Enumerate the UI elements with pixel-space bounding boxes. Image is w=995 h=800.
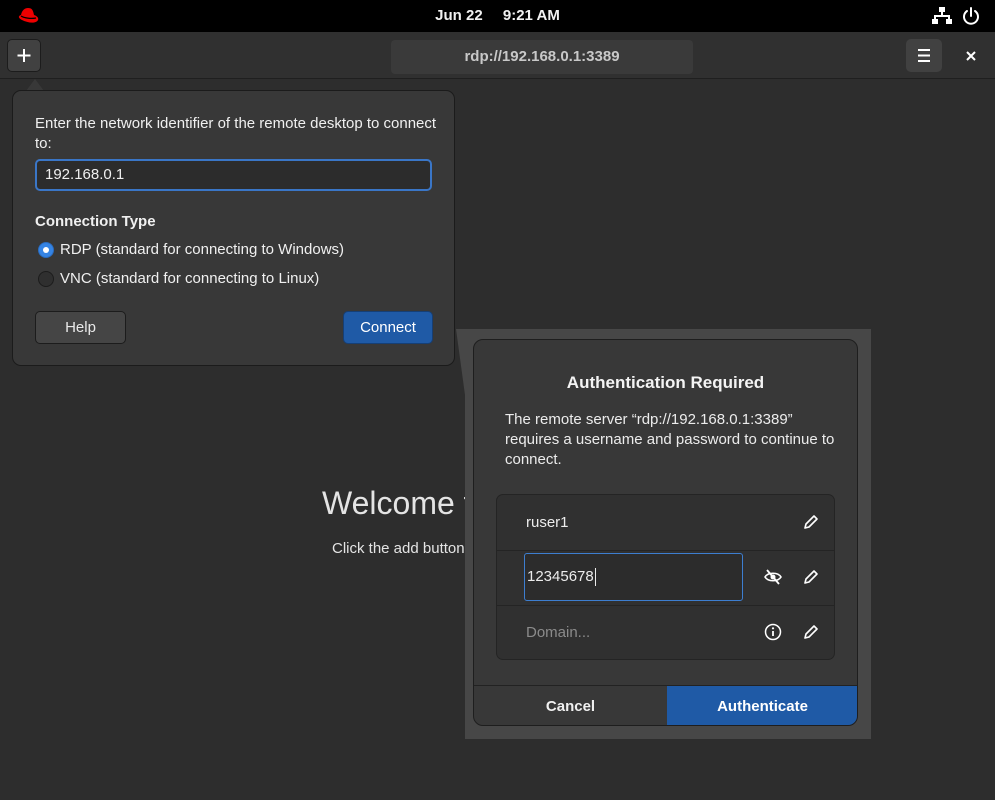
dialog-message: The remote server “rdp://192.168.0.1:338… xyxy=(505,411,835,468)
date-label: Jun 22 xyxy=(435,7,483,24)
add-connection-button[interactable] xyxy=(7,39,41,72)
text-caret xyxy=(594,568,596,587)
power-icon[interactable] xyxy=(962,7,980,25)
password-value: 12345678 xyxy=(527,568,594,585)
welcome-title: Welcome t xyxy=(322,485,473,521)
radio-rdp-label: RDP (standard for connecting to Windows) xyxy=(60,241,345,258)
welcome-subtitle: Click the add button xyxy=(332,540,465,557)
username-row[interactable]: ruser1 xyxy=(497,495,834,551)
password-field[interactable]: 12345678 xyxy=(524,553,743,601)
top-bar: Jun 22 9:21 AM xyxy=(0,0,995,32)
url-label: rdp://192.168.0.1:3389 xyxy=(391,40,693,74)
dialog-footer: Cancel Authenticate xyxy=(474,685,857,725)
password-row[interactable]: 12345678 xyxy=(497,550,834,606)
close-icon xyxy=(966,51,976,61)
radio-vnc-indicator[interactable] xyxy=(38,271,54,287)
domain-row[interactable]: Domain... xyxy=(497,605,834,660)
radio-vnc-label: VNC (standard for connecting to Linux) xyxy=(60,270,320,287)
authenticate-button[interactable]: Authenticate xyxy=(667,686,857,725)
dialog-title: Authentication Required xyxy=(566,373,765,392)
edit-username-icon[interactable] xyxy=(802,513,820,531)
edit-password-icon[interactable] xyxy=(802,568,820,586)
main-menu-button[interactable] xyxy=(906,39,942,72)
address-input[interactable]: 192.168.0.1 xyxy=(35,159,432,191)
credentials-list: ruser1 12345678 Domain... xyxy=(496,494,835,660)
connect-button[interactable]: Connect xyxy=(343,311,433,344)
authentication-dialog: Authentication Required The remote serve… xyxy=(473,339,858,726)
network-icon[interactable] xyxy=(932,7,952,25)
cancel-button[interactable]: Cancel xyxy=(474,686,667,725)
radio-rdp-indicator[interactable] xyxy=(38,242,54,258)
new-connection-popover: Enter the network identifier of the remo… xyxy=(12,90,455,366)
time-label: 9:21 AM xyxy=(502,7,560,24)
address-prompt: Enter the network identifier of the remo… xyxy=(35,115,437,152)
plus-icon xyxy=(17,49,31,62)
hide-password-icon[interactable] xyxy=(764,568,782,586)
clock[interactable]: Jun 22 9:21 AM xyxy=(0,0,995,32)
info-icon[interactable] xyxy=(764,623,782,641)
domain-field[interactable]: Domain... xyxy=(526,605,590,660)
header-bar: rdp://192.168.0.1:3389 xyxy=(0,32,995,79)
username-value[interactable]: ruser1 xyxy=(526,495,569,550)
dialog-shadow-tail xyxy=(456,329,465,395)
close-window-button[interactable] xyxy=(958,44,984,68)
help-button[interactable]: Help xyxy=(35,311,126,344)
connection-type-heading: Connection Type xyxy=(35,213,156,230)
hamburger-icon xyxy=(918,49,930,62)
edit-domain-icon[interactable] xyxy=(802,623,820,641)
